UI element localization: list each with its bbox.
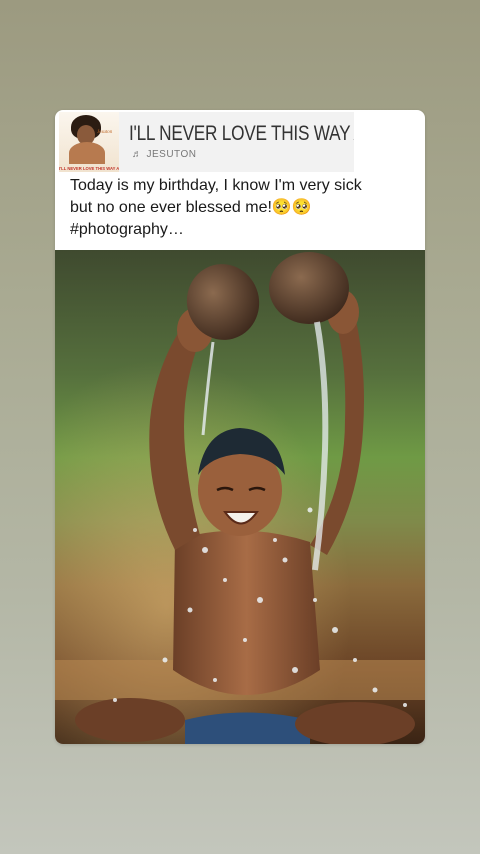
music-sticker[interactable]: Jesuton I'LL NEVER LOVE THIS WAY AGAIN I…	[59, 112, 354, 172]
story-post-card: Jesuton I'LL NEVER LOVE THIS WAY AGAIN I…	[55, 110, 425, 744]
album-shoulders	[69, 142, 105, 164]
post-caption: Today is my birthday, I know I'm very si…	[70, 177, 362, 238]
album-brand: Jesuton	[97, 130, 113, 135]
music-note-icon: ♬	[132, 149, 143, 160]
album-caption: I'LL NEVER LOVE THIS WAY AGAIN	[59, 166, 119, 171]
artist-row: ♬ JESUTON	[132, 149, 197, 160]
post-photo	[55, 250, 425, 744]
boy-with-coconuts-photo	[55, 250, 425, 744]
artist-name: JESUTON	[146, 149, 197, 160]
song-title: I'LL NEVER LOVE THIS WAY A	[129, 122, 354, 145]
album-cover: Jesuton I'LL NEVER LOVE THIS WAY AGAIN	[59, 112, 119, 172]
